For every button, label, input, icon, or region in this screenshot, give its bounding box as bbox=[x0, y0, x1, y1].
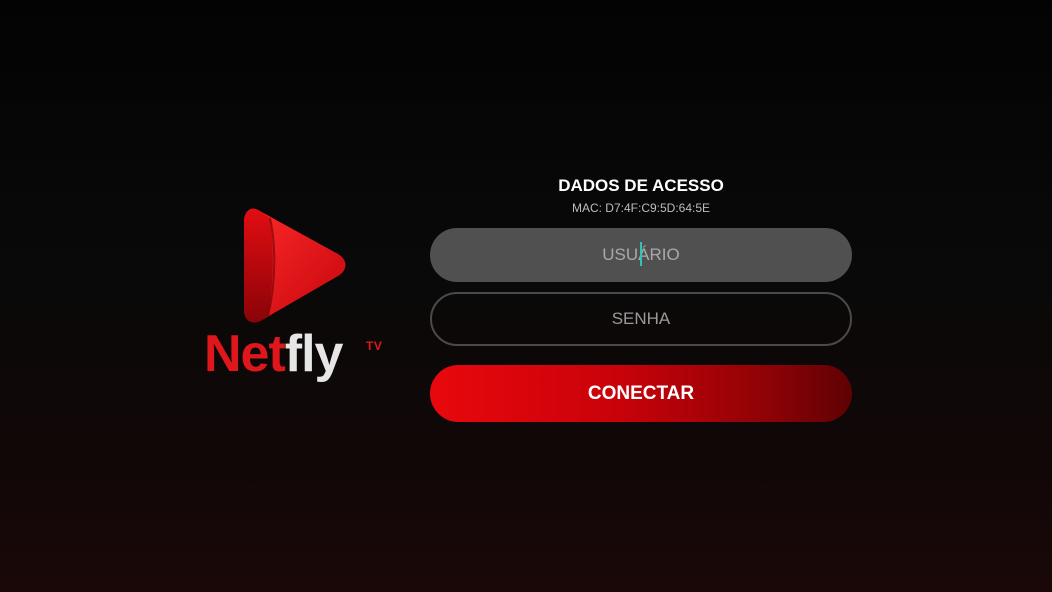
username-input[interactable]: USUÁRIO bbox=[430, 228, 852, 282]
brand-wordmark: Netfly bbox=[204, 325, 344, 383]
password-placeholder: SENHA bbox=[611, 309, 671, 328]
login-form: DADOS DE ACESSO MAC: D7:4F:C9:5D:64:5E U… bbox=[430, 172, 852, 422]
mac-address: MAC: D7:4F:C9:5D:64:5E bbox=[571, 201, 711, 215]
netfly-logo: Netfly TV bbox=[200, 200, 400, 390]
password-input[interactable]: SENHA bbox=[430, 292, 852, 346]
play-logo-icon bbox=[244, 208, 346, 323]
brand-name-secondary: fly bbox=[284, 325, 344, 383]
brand-tv-badge: TV bbox=[366, 339, 383, 353]
text-cursor bbox=[640, 242, 642, 266]
form-title: DADOS DE ACESSO bbox=[558, 176, 724, 195]
login-screen: Netfly TV DADOS DE ACESSO MAC: D7:4F:C9:… bbox=[0, 0, 1052, 592]
brand-name-primary: Net bbox=[204, 325, 286, 383]
connect-button[interactable]: CONECTAR bbox=[430, 365, 852, 422]
